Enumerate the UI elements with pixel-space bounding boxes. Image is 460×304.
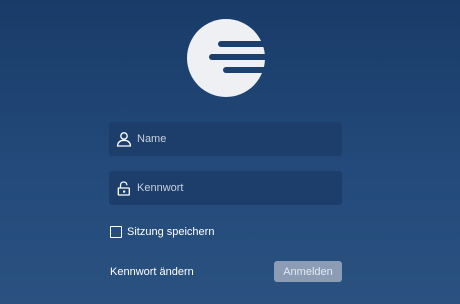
brand-logo-icon (187, 19, 265, 97)
name-input[interactable] (137, 122, 335, 156)
lock-icon (116, 180, 132, 196)
password-input[interactable] (137, 171, 335, 205)
name-field[interactable] (109, 122, 342, 156)
remember-session-label: Sitzung speichern (127, 226, 215, 238)
user-icon (116, 131, 132, 147)
remember-session-checkbox[interactable]: Sitzung speichern (110, 225, 214, 239)
change-password-link[interactable]: Kennwort ändern (110, 265, 194, 279)
password-field[interactable] (109, 171, 342, 205)
login-button[interactable]: Anmelden (274, 261, 342, 282)
checkbox-box[interactable] (110, 226, 122, 238)
